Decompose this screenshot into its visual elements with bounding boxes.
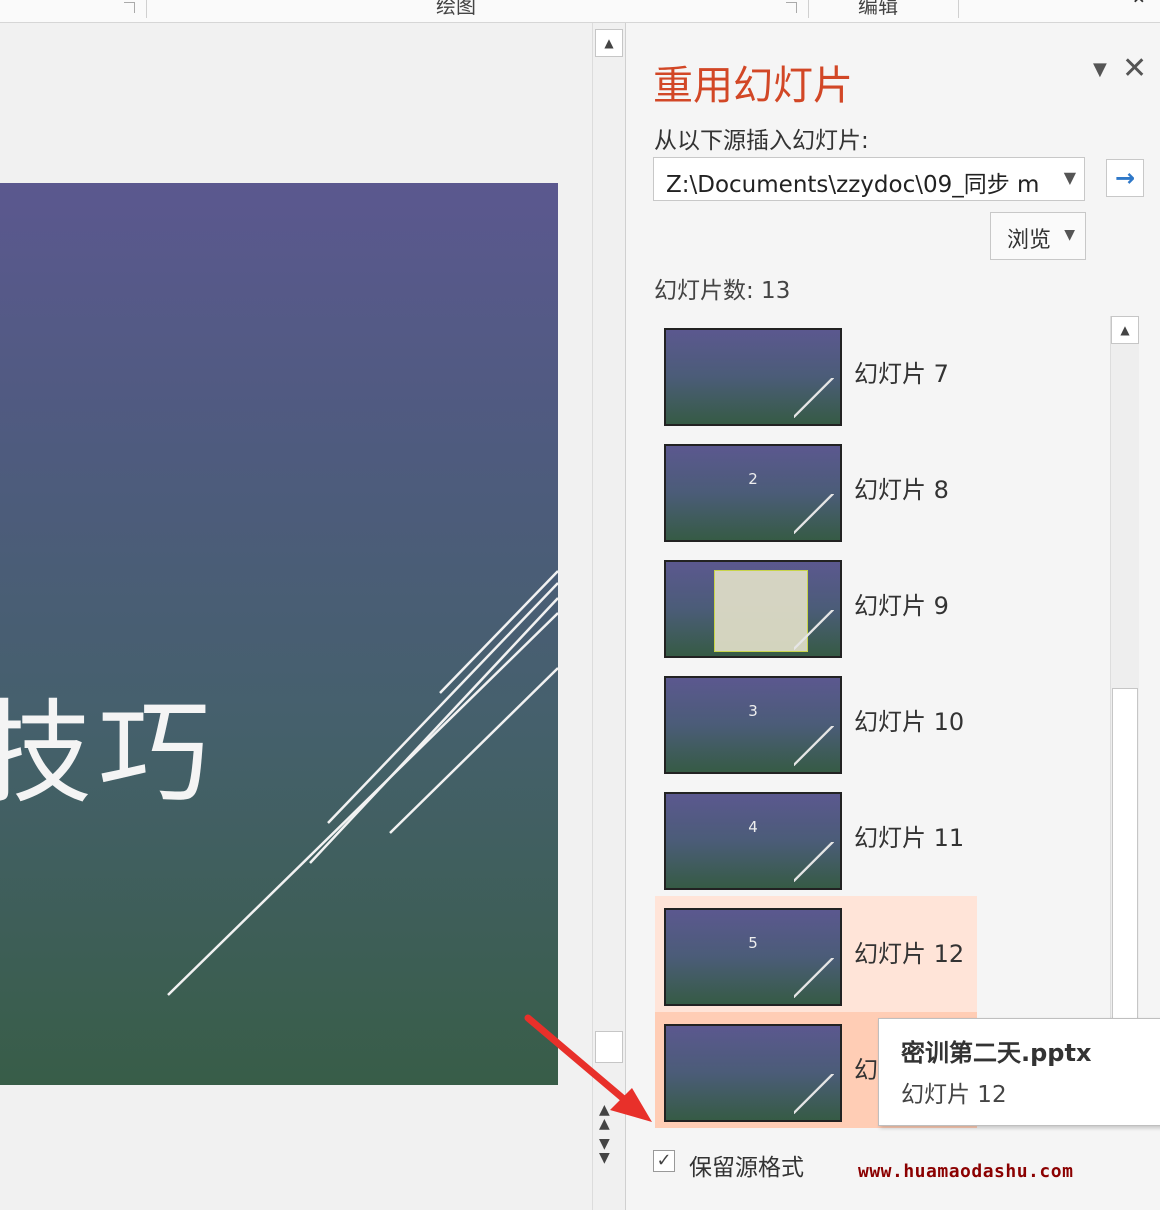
slide-count: 幻灯片数: 13 [654,278,791,304]
slide-label: 幻灯片 8 [854,476,949,504]
annotation-arrow-icon [524,1014,652,1122]
next-slide-icon[interactable]: ▼ ▼ [599,1137,610,1165]
chevron-down-icon[interactable]: ▼ [1064,227,1075,243]
browse-label: 浏览 [1007,228,1052,253]
slide-thumbnail[interactable]: 3 [664,676,842,774]
slide-label: 幻灯片 10 [854,708,965,736]
slide-label: 幻灯片 11 [854,824,965,852]
thumbnail-number: 4 [748,818,758,836]
pane-options-icon[interactable]: ▼ [1093,59,1107,80]
thumbnail-number: 5 [748,934,758,952]
pane-title: 重用幻灯片 [653,63,853,109]
source-path-combobox[interactable]: Z:\Documents\zzydoc\09_同步 m ▼ [653,157,1085,201]
slide-label: 幻灯片 9 [854,592,949,620]
ribbon-group-edit: 编辑 [858,0,898,18]
source-path-value[interactable]: Z:\Documents\zzydoc\09_同步 m [666,165,1039,199]
slide-list-item[interactable]: 2 幻灯片 8 [655,432,977,548]
ribbon-separator [958,0,959,18]
thumbnail-number: 2 [748,470,758,488]
close-icon[interactable]: ✕ [1122,51,1147,86]
slide-list-item[interactable]: 5 幻灯片 12 [655,896,977,1012]
scroll-up-icon[interactable]: ▲ [595,29,623,57]
list-scrollbar[interactable]: ▲ [1110,316,1139,1126]
slide-list-item[interactable]: 幻灯片 9 [655,548,977,664]
ribbon-bar: 绘图 编辑 ⌃ [0,0,1160,23]
slide-tooltip: 密训第二天.pptx 幻灯片 12 [878,1018,1160,1126]
thumbnail-lines [794,378,834,418]
thumbnail-lines [794,610,834,650]
dialog-launcher-icon[interactable] [124,2,135,13]
chevron-up-icon[interactable]: ⌃ [1130,0,1148,19]
keep-format-checkbox[interactable]: ✓ [653,1150,675,1172]
watermark-text: www.huamaodashu.com [858,1161,1074,1182]
slide-list-item[interactable]: 幻灯片 7 [655,316,977,432]
slide-label: 幻灯片 7 [854,360,949,388]
scroll-up-icon[interactable]: ▲ [1111,316,1139,344]
ribbon-group-drawing: 绘图 [436,0,476,18]
slide-thumbnail[interactable]: 5 [664,908,842,1006]
thumbnail-lines [794,726,834,766]
thumbnail-number: 3 [748,702,758,720]
slide-list[interactable]: 幻灯片 7 2 幻灯片 8 幻灯片 9 3 幻灯片 10 4 幻灯片 11 5 幻灯片 12 幻 [655,316,1145,1136]
ribbon-separator [146,0,147,18]
ribbon-separator [808,0,809,18]
slide-editor[interactable]: 技巧 [0,23,592,1210]
slide-thumbnail[interactable]: 2 [664,444,842,542]
tooltip-slide-name: 幻灯片 12 [901,1082,1007,1108]
thumbnail-lines [794,958,834,998]
slide-canvas[interactable]: 技巧 [0,183,558,1085]
slide-label: 幻 [854,1056,878,1084]
thumbnail-lines [794,1074,834,1114]
slide-list-item[interactable]: 4 幻灯片 11 [655,780,977,896]
chevron-down-icon[interactable]: ▼ [1064,168,1076,187]
thumbnail-lines [794,494,834,534]
keep-format-label: 保留源格式 [689,1155,804,1181]
slide-decorative-lines [167,570,558,996]
slide-thumbnail[interactable] [664,1024,842,1122]
tooltip-file-name: 密训第二天.pptx [901,1039,1092,1067]
browse-button[interactable]: 浏览 ▼ [990,212,1086,260]
slide-thumbnail[interactable]: 4 [664,792,842,890]
dialog-launcher-icon[interactable] [786,2,797,13]
source-label: 从以下源插入幻灯片: [654,128,869,154]
slide-thumbnail[interactable] [664,560,842,658]
slide-list-item[interactable]: 3 幻灯片 10 [655,664,977,780]
slide-label: 幻灯片 12 [854,940,965,968]
slide-thumbnail[interactable] [664,328,842,426]
thumbnail-lines [794,842,834,882]
go-arrow-button[interactable]: → [1106,159,1144,197]
